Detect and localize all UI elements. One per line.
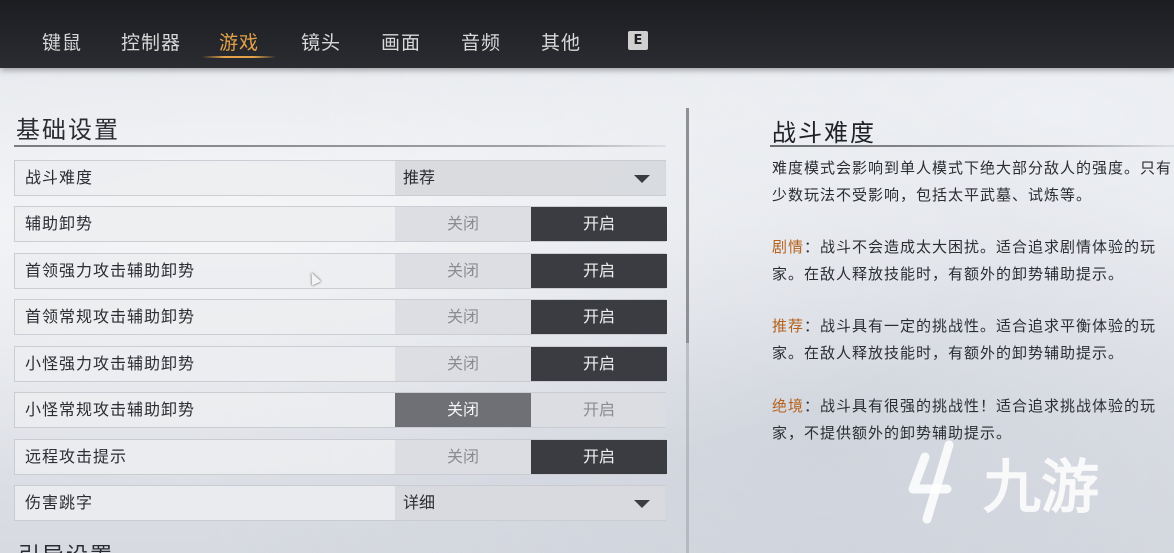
tab-graphics[interactable]: 画面 bbox=[381, 28, 421, 55]
toggle-off-button[interactable]: 关闭 bbox=[395, 207, 531, 241]
setting-label: 小怪强力攻击辅助卸势 bbox=[25, 354, 196, 373]
damage-numbers-dropdown[interactable]: 详细 bbox=[395, 486, 666, 520]
top-nav-bar: 键鼠 控制器 游戏 镜头 画面 音频 其他 E bbox=[0, 0, 1174, 68]
tab-game[interactable]: 游戏 bbox=[219, 28, 259, 55]
setting-label: 小怪常规攻击辅助卸势 bbox=[25, 400, 196, 419]
toggle-off-button[interactable]: 关闭 bbox=[395, 440, 531, 474]
chevron-down-icon bbox=[634, 500, 650, 508]
mode-name: 推荐 bbox=[772, 317, 805, 335]
setting-row-ranged-attack-hint: 远程攻击提示 关闭 开启 bbox=[14, 439, 667, 475]
active-tab-indicator bbox=[202, 56, 276, 58]
setting-label: 伤害跳字 bbox=[25, 493, 94, 512]
toggle-off-button[interactable]: 关闭 bbox=[395, 254, 531, 288]
section-title: 基础设置 bbox=[16, 116, 120, 144]
toggle-on-button[interactable]: 开启 bbox=[531, 440, 667, 474]
tab-audio[interactable]: 音频 bbox=[461, 28, 501, 55]
section-divider bbox=[14, 145, 666, 147]
jiuyou-logo-icon: 九游 bbox=[908, 440, 1099, 524]
setting-row-boss-heavy-deflect: 首领强力攻击辅助卸势 关闭 开启 bbox=[14, 253, 667, 289]
mode-desc: ：战斗具有很强的挑战性！适合追求挑战体验的玩家，不提供额外的卸势辅助提示。 bbox=[772, 397, 1157, 442]
mode-name: 绝境 bbox=[772, 397, 805, 415]
info-mode-recommended: 推荐：战斗具有一定的挑战性。适合追求平衡体验的玩家。在敌人释放技能时，有额外的卸… bbox=[772, 313, 1172, 367]
combat-difficulty-dropdown[interactable]: 推荐 bbox=[395, 161, 666, 195]
setting-row-damage-numbers: 伤害跳字 详细 bbox=[14, 485, 666, 521]
toggle-on-button[interactable]: 开启 bbox=[531, 393, 667, 427]
info-intro: 难度模式会影响到单人模式下绝大部分敌人的强度。只有少数玩法不受影响，包括太平武墓… bbox=[772, 159, 1173, 204]
setting-row-boss-normal-deflect: 首领常规攻击辅助卸势 关闭 开启 bbox=[14, 299, 667, 335]
toggle-off-button[interactable]: 关闭 bbox=[395, 347, 531, 381]
setting-row-combat-difficulty: 战斗难度 推荐 bbox=[14, 160, 666, 196]
info-title: 战斗难度 bbox=[772, 119, 876, 147]
tab-other[interactable]: 其他 bbox=[541, 28, 581, 55]
setting-row-minion-normal-deflect: 小怪常规攻击辅助卸势 关闭 开启 bbox=[14, 392, 667, 428]
tab-keyboard-mouse[interactable]: 键鼠 bbox=[42, 28, 82, 55]
next-section-title: 引导设置 bbox=[18, 538, 114, 553]
mode-desc: ：战斗不会造成太大困扰。适合追求剧情体验的玩家。在敌人释放技能时，有额外的卸势辅… bbox=[772, 238, 1157, 283]
toggle-on-button[interactable]: 开启 bbox=[531, 207, 667, 241]
chevron-down-icon bbox=[634, 175, 650, 183]
toggle-on-button[interactable]: 开启 bbox=[531, 347, 667, 381]
scrollbar-thumb[interactable] bbox=[686, 108, 689, 343]
info-divider bbox=[770, 145, 1174, 147]
dropdown-value: 推荐 bbox=[403, 168, 436, 187]
toggle-on-button[interactable]: 开启 bbox=[531, 300, 667, 334]
toggle-on-button[interactable]: 开启 bbox=[531, 254, 667, 288]
next-tab-key-hint[interactable]: E bbox=[628, 31, 648, 50]
toggle-off-button[interactable]: 关闭 bbox=[395, 393, 531, 427]
info-mode-story: 剧情：战斗不会造成太大困扰。适合追求剧情体验的玩家。在敌人释放技能时，有额外的卸… bbox=[772, 234, 1172, 288]
tab-camera[interactable]: 镜头 bbox=[301, 28, 341, 55]
setting-row-minion-heavy-deflect: 小怪强力攻击辅助卸势 关闭 开启 bbox=[14, 346, 667, 382]
mode-desc: ：战斗具有一定的挑战性。适合追求平衡体验的玩家。在敌人释放技能时，有额外的卸势辅… bbox=[772, 317, 1157, 362]
setting-label: 战斗难度 bbox=[25, 168, 94, 187]
watermark-text: 九游 bbox=[983, 453, 1099, 521]
setting-label: 首领常规攻击辅助卸势 bbox=[25, 307, 196, 326]
mode-name: 剧情 bbox=[772, 238, 805, 256]
setting-label: 辅助卸势 bbox=[25, 214, 94, 233]
setting-row-assist-deflect: 辅助卸势 关闭 开启 bbox=[14, 206, 667, 242]
toggle-off-button[interactable]: 关闭 bbox=[395, 300, 531, 334]
setting-label: 远程攻击提示 bbox=[25, 447, 128, 466]
dropdown-value: 详细 bbox=[403, 493, 436, 512]
tab-controller[interactable]: 控制器 bbox=[121, 28, 181, 55]
setting-label: 首领强力攻击辅助卸势 bbox=[25, 261, 196, 280]
